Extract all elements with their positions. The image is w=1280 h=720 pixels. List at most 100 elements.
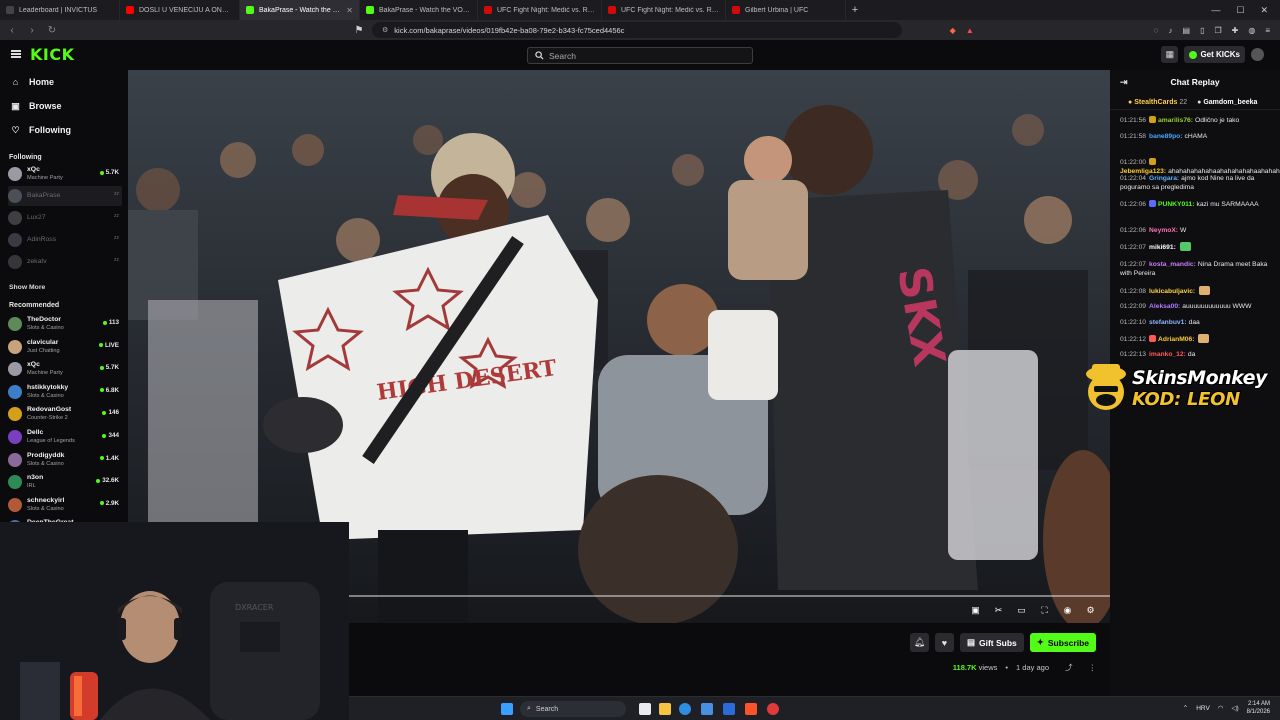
message-username[interactable]: Gringara: bbox=[1149, 175, 1179, 182]
channel-item[interactable]: n3on IRL 32.6K bbox=[8, 472, 122, 492]
user-avatar[interactable] bbox=[1251, 48, 1264, 61]
brave-icon[interactable] bbox=[745, 703, 757, 715]
tray-lang[interactable]: HRV bbox=[1196, 705, 1210, 712]
message-username[interactable]: imanko_12: bbox=[1149, 351, 1186, 358]
top-gifter-1[interactable]: ● StealthCards 22 bbox=[1128, 99, 1187, 106]
message-username[interactable]: NeymoX: bbox=[1149, 227, 1178, 234]
gift-subs-button[interactable]: ▤ Gift Subs bbox=[959, 633, 1024, 652]
channel-item[interactable]: BakaPrase zz bbox=[8, 186, 122, 206]
settings-gear-icon[interactable]: ⚙ bbox=[1085, 605, 1096, 616]
video-progress-bar[interactable] bbox=[349, 595, 1110, 597]
reload-icon[interactable]: ↻ bbox=[46, 25, 58, 36]
outlook-icon[interactable] bbox=[701, 703, 713, 715]
menu-icon[interactable]: ≡ bbox=[1265, 26, 1270, 35]
layout-icon[interactable]: ▦ bbox=[1161, 46, 1179, 63]
speed-icon[interactable]: ◉ bbox=[1062, 605, 1073, 616]
new-tab-button[interactable]: + bbox=[846, 4, 864, 16]
maximize-icon[interactable]: ☐ bbox=[1236, 5, 1244, 16]
channel-item[interactable]: TheDoctor Slots & Casino 113 bbox=[8, 314, 122, 334]
get-kicks-button[interactable]: Get KICKs bbox=[1184, 46, 1245, 63]
search-input[interactable]: Search bbox=[527, 47, 753, 64]
browser-tab[interactable]: BakaPrase - Watch the VOD o... ✕ bbox=[240, 0, 360, 20]
file-explorer-icon[interactable] bbox=[659, 703, 671, 715]
store-icon[interactable] bbox=[723, 703, 735, 715]
message-username[interactable]: kosta_mandic: bbox=[1149, 261, 1196, 268]
channel-item[interactable]: AdinRoss zz bbox=[8, 230, 122, 250]
follow-heart-icon[interactable]: ♥ bbox=[934, 633, 954, 652]
clock[interactable]: 2:14 AM 8/1/2026 bbox=[1247, 700, 1270, 716]
live-dot-icon bbox=[102, 320, 107, 325]
more-options-icon[interactable]: ⋮ bbox=[1089, 663, 1097, 672]
channel-item[interactable]: zekatv zz bbox=[8, 252, 122, 272]
alert-icon[interactable]: ▲ bbox=[966, 26, 974, 35]
close-window-icon[interactable]: ✕ bbox=[1260, 5, 1268, 16]
nav-home[interactable]: ⌂ Home bbox=[11, 77, 54, 87]
close-tab-icon[interactable]: ✕ bbox=[346, 6, 353, 15]
browser-tab[interactable]: UFC Fight Night: Medić vs. Rodrigue... bbox=[478, 0, 602, 20]
copy-icon[interactable]: ❐ bbox=[1214, 26, 1221, 35]
minimize-icon[interactable]: — bbox=[1211, 5, 1220, 15]
site-info-icon[interactable]: ⚙ bbox=[382, 26, 388, 34]
task-view-icon[interactable] bbox=[639, 703, 651, 715]
message-username[interactable]: stefanbuv1: bbox=[1149, 319, 1187, 326]
viewer-count: zz bbox=[114, 213, 119, 219]
top-gifter-2[interactable]: ● Gamdom_beeka bbox=[1197, 99, 1257, 106]
wifi-icon[interactable]: ◠ bbox=[1218, 704, 1224, 712]
channel-item[interactable]: schneckyirl Slots & Casino 2.9K bbox=[8, 495, 122, 515]
message-username[interactable]: PUNKY011: bbox=[1158, 201, 1194, 208]
webcam-frame: DXRACER bbox=[0, 522, 349, 720]
message-username[interactable]: AdrianM06: bbox=[1158, 336, 1194, 343]
channel-item[interactable]: Lux27 zz bbox=[8, 208, 122, 228]
browser-tab[interactable]: Gilbert Urbina | UFC bbox=[726, 0, 846, 20]
following-heading: Following bbox=[9, 154, 42, 161]
message-username[interactable]: amarilis76: bbox=[1158, 117, 1193, 124]
message-username[interactable]: Aleksa00: bbox=[1149, 303, 1180, 310]
channel-item[interactable]: xQc Machine Party 5.7K bbox=[8, 359, 122, 379]
address-bar[interactable]: ⚙ kick.com/bakaprase/videos/019fb42e-ba0… bbox=[372, 22, 902, 38]
message-username[interactable]: lukicabuljavic: bbox=[1149, 288, 1195, 295]
shield-icon[interactable]: ◆ bbox=[950, 26, 956, 35]
browser-tab[interactable]: BakaPrase - Watch the VOD on Kick bbox=[360, 0, 478, 20]
nav-following[interactable]: ♡ Following bbox=[11, 125, 71, 136]
taskbar-search[interactable]: ⌕ Search bbox=[520, 701, 626, 717]
bookmark-icon[interactable]: ⚑ bbox=[353, 25, 365, 36]
message-text: cHAMA bbox=[1184, 133, 1208, 140]
share-icon[interactable]: ⤴ bbox=[1065, 662, 1073, 673]
volume-icon[interactable]: ◁) bbox=[1231, 704, 1238, 712]
hamburger-menu-icon[interactable] bbox=[11, 50, 21, 58]
show-more-link[interactable]: Show More bbox=[9, 284, 45, 291]
channel-item[interactable]: RedovanGost Counter-Strike 2 146 bbox=[8, 404, 122, 424]
back-icon[interactable]: ‹ bbox=[6, 25, 18, 36]
kick-logo[interactable]: KICK bbox=[30, 45, 75, 64]
edge-icon[interactable] bbox=[679, 703, 691, 715]
notification-bell-icon[interactable]: 🔔︎ bbox=[909, 633, 929, 652]
forward-icon[interactable]: › bbox=[26, 25, 38, 36]
browser-tab[interactable]: Leaderboard | INVICTUS bbox=[0, 0, 120, 20]
channel-item[interactable]: xQc Machine Party 5.7K bbox=[8, 164, 122, 184]
doc-icon[interactable]: ▤ bbox=[1183, 26, 1191, 35]
sidebar-icon[interactable]: ▯ bbox=[1200, 26, 1204, 35]
windows-start-icon[interactable] bbox=[501, 703, 513, 715]
message-username[interactable]: bane89po: bbox=[1149, 133, 1182, 140]
theater-mode-icon[interactable]: ▭ bbox=[1016, 605, 1027, 616]
subscribe-button[interactable]: ✦ Subscribe bbox=[1029, 633, 1096, 652]
app-icon[interactable] bbox=[767, 703, 779, 715]
vpn-icon[interactable]: ◍ bbox=[1248, 26, 1255, 35]
browser-tab[interactable]: UFC Fight Night: Medić vs. Rodrigue... bbox=[602, 0, 726, 20]
fullscreen-icon[interactable]: ⛶ bbox=[1039, 605, 1050, 616]
nav-browse[interactable]: ▣ Browse bbox=[11, 101, 61, 112]
clip-icon[interactable]: ✂ bbox=[993, 605, 1004, 616]
collapse-chat-icon[interactable]: ⇥ bbox=[1120, 77, 1128, 88]
chevron-up-icon[interactable]: ⌃ bbox=[1183, 704, 1188, 712]
channel-item[interactable]: hstikkytokky Slots & Casino 6.8K bbox=[8, 382, 122, 402]
chat-icon[interactable]: ◌ bbox=[1154, 26, 1159, 35]
browser-tab[interactable]: DOSLI U VENECIJU A ONDA.. *ODLE... bbox=[120, 0, 240, 20]
pip-icon[interactable]: ▣ bbox=[970, 605, 981, 616]
live-dot-icon bbox=[99, 501, 104, 506]
channel-item[interactable]: Dellc League of Legends 344 bbox=[8, 427, 122, 447]
channel-item[interactable]: clavicular Just Chatting LIVE bbox=[8, 337, 122, 357]
music-icon[interactable]: ♪ bbox=[1169, 26, 1173, 35]
message-username[interactable]: miki691: bbox=[1149, 244, 1176, 251]
channel-item[interactable]: Prodigyddk Slots & Casino 1.4K bbox=[8, 450, 122, 470]
puzzle-icon[interactable]: ✚ bbox=[1232, 26, 1239, 35]
